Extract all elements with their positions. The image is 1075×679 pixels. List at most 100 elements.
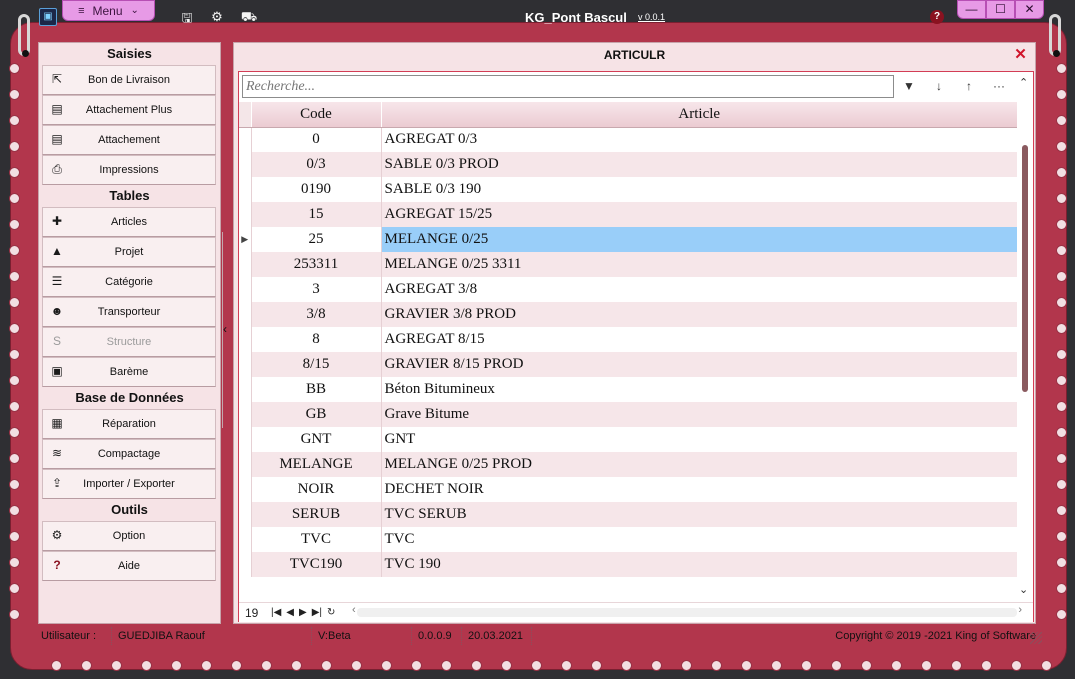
scroll-down-icon[interactable]: ⌄ [1019, 583, 1028, 596]
resize-grip[interactable] [1030, 632, 1042, 644]
cell-code[interactable]: 253311 [251, 252, 382, 277]
row-selector[interactable] [239, 202, 252, 227]
more-icon[interactable]: ··· [989, 77, 1009, 95]
column-header-article[interactable]: Article [381, 102, 1018, 128]
cell-code[interactable]: 3 [251, 277, 382, 302]
arrow-up-icon[interactable]: ↑ [959, 77, 979, 95]
row-selector[interactable] [239, 377, 252, 402]
row-selector[interactable] [239, 352, 252, 377]
table-row[interactable]: SERUB TVC SERUB [239, 502, 1018, 527]
minimize-button[interactable]: — [957, 0, 986, 19]
sidebar-item-importer-exporter[interactable]: ⇪ Importer / Exporter [42, 469, 216, 499]
sidebar-item-projet[interactable]: ▲ Projet [42, 237, 216, 267]
cell-article[interactable]: TVC SERUB [381, 502, 1018, 527]
menu-button[interactable]: ≡ Menu ⌄ [62, 0, 155, 21]
cell-code[interactable]: MELANGE [251, 452, 382, 477]
cell-article[interactable]: SABLE 0/3 190 [381, 177, 1018, 202]
scroll-up-icon[interactable]: ⌃ [1019, 76, 1028, 89]
cell-article[interactable]: AGREGAT 0/3 [381, 127, 1018, 152]
close-button[interactable]: ✕ [1015, 0, 1044, 19]
table-row[interactable]: TVC TVC [239, 527, 1018, 552]
truck-icon[interactable]: ⛟ [240, 9, 258, 25]
next-record-icon[interactable]: ▶ [299, 607, 307, 618]
cell-article[interactable]: Grave Bitume [381, 402, 1018, 427]
table-row[interactable]: 8 AGREGAT 8/15 [239, 327, 1018, 352]
cell-code[interactable]: 8/15 [251, 352, 382, 377]
row-selector[interactable] [239, 527, 252, 552]
search-input[interactable] [243, 76, 893, 97]
sidebar-item-catégorie[interactable]: ☰ Catégorie [42, 267, 216, 297]
table-row[interactable]: 3 AGREGAT 3/8 [239, 277, 1018, 302]
row-selector[interactable] [239, 277, 252, 302]
cell-code[interactable]: GNT [251, 427, 382, 452]
sidebar-item-bon-de-livraison[interactable]: ⇱ Bon de Livraison [42, 65, 216, 95]
cell-code[interactable]: 0 [251, 127, 382, 152]
sidebar-item-réparation[interactable]: ▦ Réparation [42, 409, 216, 439]
table-row[interactable]: BB Béton Bitumineux [239, 377, 1018, 402]
table-row[interactable]: 15 AGREGAT 15/25 [239, 202, 1018, 227]
column-header-code[interactable]: Code [251, 102, 382, 128]
sidebar-item-impressions[interactable]: ⎙ Impressions [42, 155, 216, 185]
panel-close-icon[interactable]: ✕ [1012, 46, 1029, 63]
sidebar-item-option[interactable]: ⚙ Option [42, 521, 216, 551]
sidebar-item-compactage[interactable]: ≋ Compactage [42, 439, 216, 469]
cell-article[interactable]: DECHET NOIR [381, 477, 1018, 502]
table-row[interactable]: ▶ 25 MELANGE 0/25 [239, 227, 1018, 252]
row-selector[interactable] [239, 502, 252, 527]
settings-icon[interactable]: ⚙ [208, 9, 226, 25]
sidebar-item-articles[interactable]: ✚ Articles [42, 207, 216, 237]
table-row[interactable]: TVC190 TVC 190 [239, 552, 1018, 577]
cell-article[interactable]: GRAVIER 3/8 PROD [381, 302, 1018, 327]
maximize-button[interactable]: ☐ [986, 0, 1015, 19]
table-row[interactable]: GNT GNT [239, 427, 1018, 452]
sidebar-item-attachement[interactable]: ▤ Attachement [42, 125, 216, 155]
cell-code[interactable]: GB [251, 402, 382, 427]
last-record-icon[interactable]: ▶| [312, 607, 322, 618]
version-link[interactable]: v 0.0.1 [638, 12, 665, 22]
table-row[interactable]: NOIR DECHET NOIR [239, 477, 1018, 502]
sidebar-item-barème[interactable]: ▣ Barème [42, 357, 216, 387]
cell-article[interactable]: AGREGAT 15/25 [381, 202, 1018, 227]
cell-article[interactable]: GNT [381, 427, 1018, 452]
table-row[interactable]: 8/15 GRAVIER 8/15 PROD [239, 352, 1018, 377]
table-row[interactable]: 0/3 SABLE 0/3 PROD [239, 152, 1018, 177]
cell-code[interactable]: SERUB [251, 502, 382, 527]
row-selector[interactable] [239, 127, 252, 152]
refresh-icon[interactable]: ↻ [327, 607, 335, 618]
current-row-indicator-icon[interactable]: ▶ [239, 227, 252, 252]
sidebar-item-attachement-plus[interactable]: ▤ Attachement Plus [42, 95, 216, 125]
cell-article[interactable]: TVC [381, 527, 1018, 552]
table-row[interactable]: 253311 MELANGE 0/25 3311 [239, 252, 1018, 277]
cell-code[interactable]: TVC190 [251, 552, 382, 577]
scroll-left-icon[interactable]: ‹ [352, 604, 356, 616]
first-record-icon[interactable]: |◀ [271, 607, 281, 618]
row-selector[interactable] [239, 177, 252, 202]
vertical-scrollbar[interactable]: ⌃ ⌄ [1017, 72, 1033, 602]
table-row[interactable]: 0 AGREGAT 0/3 [239, 127, 1018, 152]
cell-code[interactable]: 0/3 [251, 152, 382, 177]
cell-article[interactable]: MELANGE 0/25 [381, 227, 1018, 252]
cell-article[interactable]: SABLE 0/3 PROD [381, 152, 1018, 177]
prev-record-icon[interactable]: ◀ [286, 607, 294, 618]
sidebar-item-aide[interactable]: ? Aide [42, 551, 216, 581]
arrow-down-icon[interactable]: ↓ [929, 77, 949, 95]
row-selector[interactable] [239, 152, 252, 177]
row-selector[interactable] [239, 477, 252, 502]
cell-code[interactable]: 15 [251, 202, 382, 227]
table-row[interactable]: GB Grave Bitume [239, 402, 1018, 427]
cell-article[interactable]: AGREGAT 8/15 [381, 327, 1018, 352]
help-icon[interactable]: ? [930, 10, 944, 24]
row-selector[interactable] [239, 402, 252, 427]
cell-code[interactable]: NOIR [251, 477, 382, 502]
cell-code[interactable]: TVC [251, 527, 382, 552]
row-selector[interactable] [239, 552, 252, 577]
cell-code[interactable]: 3/8 [251, 302, 382, 327]
cell-article[interactable]: TVC 190 [381, 552, 1018, 577]
save-icon[interactable]: 🖫 [178, 9, 196, 25]
cell-article[interactable]: Béton Bitumineux [381, 377, 1018, 402]
table-row[interactable]: 3/8 GRAVIER 3/8 PROD [239, 302, 1018, 327]
cell-code[interactable]: 25 [251, 227, 382, 252]
row-selector[interactable] [239, 452, 252, 477]
cell-article[interactable]: MELANGE 0/25 3311 [381, 252, 1018, 277]
table-row[interactable]: 0190 SABLE 0/3 190 [239, 177, 1018, 202]
